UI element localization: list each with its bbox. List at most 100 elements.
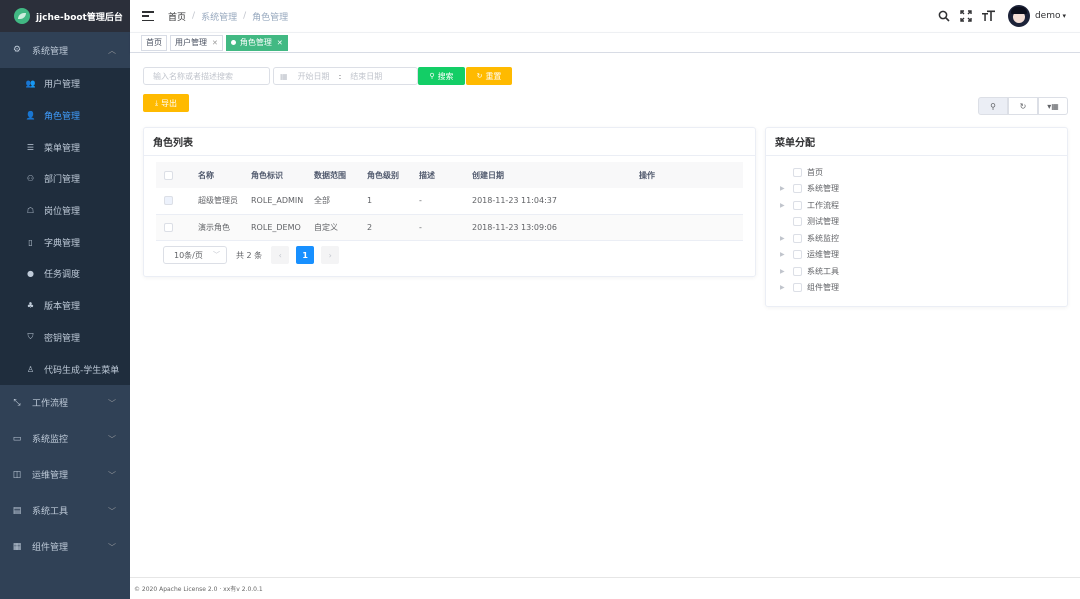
sidebar-item-users[interactable]: 👥 用户管理 — [0, 68, 130, 100]
sidebar-item-versions[interactable]: ♣ 版本管理 — [0, 290, 130, 322]
cell-desc: - — [411, 214, 464, 241]
sidebar-item-depts[interactable]: ⚇ 部门管理 — [0, 163, 130, 195]
page-size-value: 10条/页 — [174, 250, 203, 260]
timer-icon: ● — [27, 269, 34, 279]
caret-right-icon[interactable]: ▶ — [780, 251, 793, 258]
chevron-down-icon: ﹀ — [108, 542, 116, 552]
tree-node[interactable]: ▶ 系统管理 — [780, 181, 839, 198]
sidebar-item-keys[interactable]: ⛉ 密钥管理 — [0, 322, 130, 354]
workflow-icon: ⤡ — [13, 397, 21, 408]
page-size-select[interactable]: 10条/页 ﹀ — [163, 246, 227, 264]
search-input[interactable]: 输入名称或者描述搜索 — [143, 67, 270, 85]
start-date-input[interactable]: 开始日期 — [298, 71, 330, 82]
cell-actions — [631, 214, 743, 241]
toggle-search-button[interactable]: ⚲ — [978, 97, 1008, 115]
tree-checkbox[interactable] — [793, 217, 802, 227]
tag-users[interactable]: 用户管理 ✕ — [170, 34, 223, 51]
tree-checkbox[interactable] — [793, 167, 802, 177]
chevron-down-icon: ﹀ — [108, 470, 116, 480]
tree-node[interactable]: ▶ 工作流程 — [780, 197, 839, 214]
tree-node-label: 工作流程 — [807, 200, 839, 210]
search-icon: ⚲ — [990, 101, 996, 111]
next-page-button[interactable]: › — [321, 246, 340, 264]
calendar-icon: ▦ — [280, 71, 288, 81]
column-header: 角色标识 — [243, 162, 306, 188]
sidebar-group-tools[interactable]: ▤ 系统工具 ﹀ — [0, 493, 130, 529]
sidebar-item-label: 菜单管理 — [44, 143, 81, 154]
sidebar-group-workflow[interactable]: ⤡ 工作流程 ﹀ — [0, 385, 130, 421]
date-range-picker[interactable]: ▦ 开始日期 : 结束日期 — [273, 67, 418, 85]
tree-checkbox[interactable] — [793, 266, 802, 276]
caret-right-icon[interactable]: ▶ — [780, 284, 793, 291]
end-date-input[interactable]: 结束日期 — [350, 71, 382, 82]
table-row[interactable]: 超级管理员 ROLE_ADMIN 全部 1 - 2018-11-23 11:04… — [156, 188, 743, 215]
tag-home[interactable]: 首页 — [141, 34, 167, 51]
tag-label: 首页 — [146, 38, 162, 47]
sidebar-group-ops[interactable]: ◫ 运维管理 ﹀ — [0, 457, 130, 493]
sidebar-item-jobs[interactable]: ● 任务调度 — [0, 258, 130, 290]
search-icon[interactable] — [938, 10, 951, 23]
tree-node[interactable]: ▶ 系统工具 — [780, 263, 839, 280]
breadcrumb-home[interactable]: 首页 — [168, 10, 186, 23]
sidebar-group-components[interactable]: ▦ 组件管理 ﹀ — [0, 529, 130, 565]
reset-button[interactable]: ↻ 重置 — [466, 67, 512, 85]
tree-checkbox[interactable] — [793, 233, 802, 243]
tree-node[interactable]: ▶ 组件管理 — [780, 280, 839, 297]
breadcrumb-system[interactable]: 系统管理 — [201, 10, 237, 23]
column-header: 名称 — [190, 162, 243, 188]
user-menu[interactable]: demo ▾ — [1035, 11, 1066, 21]
sidebar-group-monitor[interactable]: ▭ 系统监控 ﹀ — [0, 421, 130, 457]
caret-right-icon[interactable]: ▶ — [780, 235, 793, 242]
fullscreen-icon[interactable] — [960, 10, 973, 23]
prev-page-button[interactable]: ‹ — [271, 246, 290, 264]
card-title: 菜单分配 — [766, 128, 1067, 156]
gear-icon: ⚙ — [12, 45, 22, 55]
tree-node[interactable]: 首页 — [780, 164, 839, 181]
sidebar-group-label: 工作流程 — [32, 399, 69, 410]
tree-node[interactable]: 测试管理 — [780, 214, 839, 231]
total-count: 共 2 条 — [236, 250, 263, 260]
columns-button[interactable]: ▾▦ — [1038, 97, 1068, 115]
tree-node[interactable]: ▶ 系统监控 — [780, 230, 839, 247]
key-icon: ⛉ — [27, 332, 34, 342]
export-button[interactable]: ⤓ 导出 — [143, 94, 189, 112]
app-logo[interactable]: jjche-boot管理后台 — [0, 0, 130, 32]
avatar[interactable] — [1007, 5, 1030, 27]
close-icon[interactable]: ✕ — [212, 39, 218, 47]
table-row[interactable]: 演示角色 ROLE_DEMO 自定义 2 - 2018-11-23 13:09:… — [156, 214, 743, 241]
sidebar-item-posts[interactable]: ☖ 岗位管理 — [0, 195, 130, 227]
cell-name: 超级管理员 — [190, 188, 243, 215]
sidebar-item-label: 版本管理 — [44, 302, 81, 313]
sidebar-item-roles[interactable]: 👤 角色管理 — [0, 100, 130, 132]
chevron-left-icon: ‹ — [278, 250, 282, 260]
post-icon: ☖ — [26, 206, 35, 216]
columns-icon: ▾▦ — [1047, 101, 1059, 111]
page-number-button[interactable]: 1 — [296, 246, 315, 264]
select-all-checkbox[interactable] — [164, 170, 173, 180]
hamburger-icon[interactable] — [142, 10, 154, 22]
tree-node[interactable]: ▶ 运维管理 — [780, 247, 839, 264]
refresh-button[interactable]: ↻ — [1008, 97, 1038, 115]
caret-right-icon[interactable]: ▶ — [780, 268, 793, 275]
sidebar-item-menus[interactable]: ☰ 菜单管理 — [0, 131, 130, 163]
sidebar-item-label: 密钥管理 — [44, 333, 81, 344]
search-button-label: 搜索 — [437, 71, 454, 81]
caret-right-icon[interactable]: ▶ — [780, 185, 793, 192]
range-separator: : — [338, 71, 342, 81]
row-checkbox[interactable] — [164, 222, 173, 232]
search-button[interactable]: ⚲ 搜索 — [418, 67, 465, 85]
tag-roles[interactable]: 角色管理 ✕ — [225, 34, 288, 51]
role-list-card: 角色列表 名称 角色标识 数据范围 角色级别 描述 创建日期 操作 超级管理员 — [143, 127, 756, 277]
sidebar-item-codegen[interactable]: ♙ 代码生成-学生菜单 — [0, 353, 130, 385]
navbar: 首页 / 系统管理 / 角色管理 demo ▾ — [130, 0, 1080, 32]
tree-checkbox[interactable] — [793, 250, 802, 260]
tree-checkbox[interactable] — [793, 184, 802, 194]
sidebar-item-dicts[interactable]: ▯ 字典管理 — [0, 226, 130, 258]
tree-checkbox[interactable] — [793, 283, 802, 293]
cell-scope: 自定义 — [306, 214, 359, 241]
font-size-icon[interactable] — [981, 10, 995, 23]
close-icon[interactable]: ✕ — [277, 39, 283, 47]
caret-right-icon[interactable]: ▶ — [780, 202, 793, 209]
sidebar-group-system[interactable]: ⚙ 系统管理 ︿ — [0, 32, 130, 68]
tree-checkbox[interactable] — [793, 200, 802, 210]
